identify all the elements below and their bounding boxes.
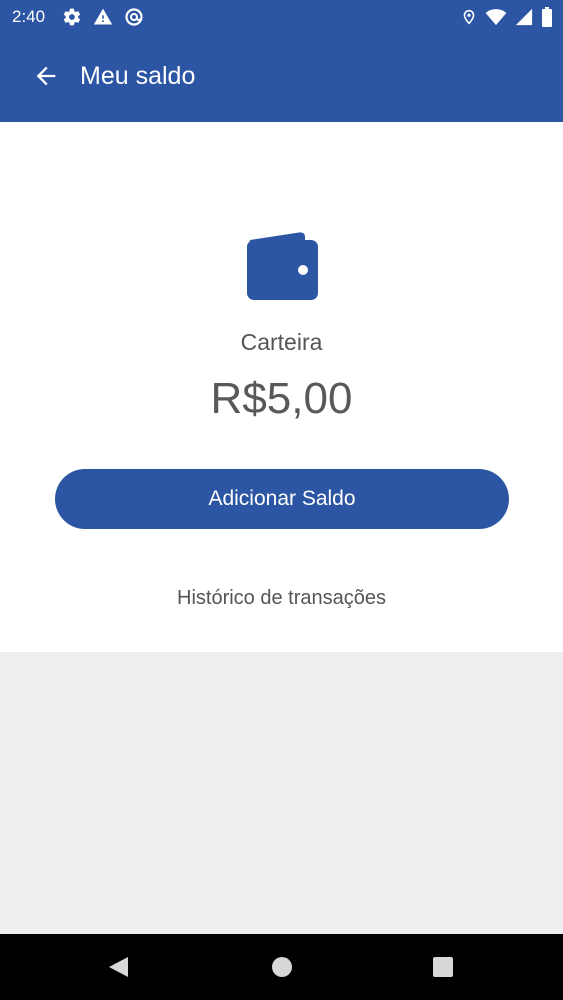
- wifi-icon: [485, 8, 507, 26]
- nav-back-icon[interactable]: [105, 954, 131, 980]
- add-balance-button[interactable]: Adicionar Saldo: [55, 469, 509, 529]
- signal-icon: [515, 8, 533, 26]
- wallet-label: Carteira: [240, 329, 323, 355]
- wallet-card: Carteira R$5,00 Adicionar Saldo Históric…: [0, 122, 563, 652]
- nav-home-icon[interactable]: [269, 954, 295, 980]
- transaction-history-link[interactable]: Histórico de transações: [0, 585, 563, 611]
- status-bar: 2:40: [0, 0, 563, 34]
- status-left-icons: [62, 7, 144, 27]
- page-title: Meu saldo: [80, 62, 196, 90]
- at-icon: [124, 7, 144, 27]
- gear-icon: [62, 7, 82, 27]
- app-bar: Meu saldo: [0, 34, 563, 122]
- nav-recents-icon[interactable]: [430, 954, 456, 980]
- screen: 2:40 Meu saldo Carteira R$5,00 Adicionar…: [0, 0, 563, 1000]
- navigation-bar: [0, 934, 563, 1000]
- warning-icon: [93, 7, 113, 27]
- status-time: 2:40: [12, 7, 46, 26]
- balance-value: R$5,00: [210, 374, 353, 423]
- location-icon: [461, 7, 477, 27]
- back-button[interactable]: [22, 56, 70, 100]
- battery-icon: [541, 7, 553, 27]
- wallet-icon: [246, 228, 319, 301]
- arrow-left-icon: [32, 62, 60, 95]
- status-right-icons: [461, 7, 553, 27]
